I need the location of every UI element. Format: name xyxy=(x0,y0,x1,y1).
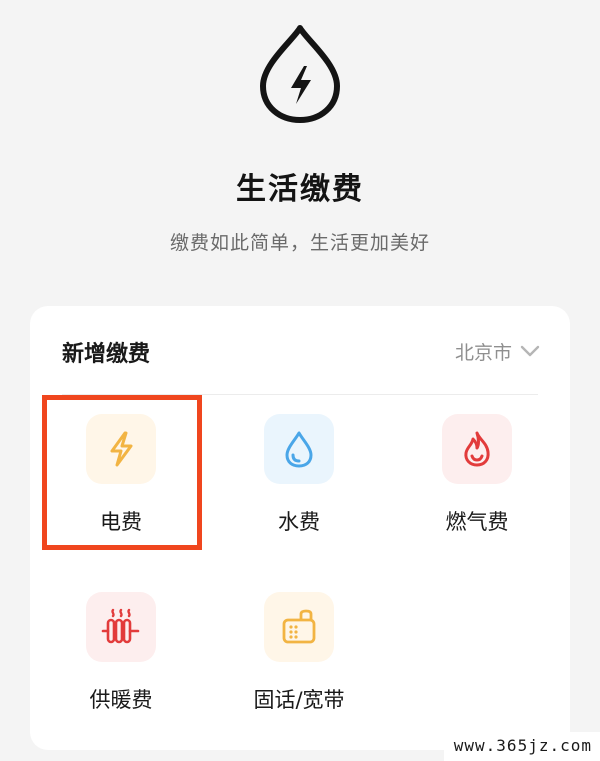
gas-tile xyxy=(442,414,512,484)
item-label: 电费 xyxy=(100,510,142,534)
page-title: 生活缴费 xyxy=(236,172,364,207)
lightning-drop-icon xyxy=(260,25,340,123)
new-payment-card: 新增缴费 北京市 电费 水费 燃气费 供暖费 固话/宽带 xyxy=(30,306,570,750)
water-item[interactable]: 水费 xyxy=(228,414,368,554)
card-header: 新增缴费 北京市 xyxy=(30,306,570,394)
electricity-item[interactable]: 电费 xyxy=(50,414,190,554)
city-selector[interactable]: 北京市 xyxy=(455,336,540,366)
card-title: 新增缴费 xyxy=(62,342,151,367)
page-subtitle: 缴费如此简单，生活更加美好 xyxy=(169,232,430,254)
item-label: 燃气费 xyxy=(445,510,509,534)
heating-item[interactable]: 供暖费 xyxy=(50,592,190,732)
landline-broadband-item[interactable]: 固话/宽带 xyxy=(228,592,368,732)
gas-item[interactable]: 燃气费 xyxy=(406,414,546,554)
lightning-icon xyxy=(110,431,133,467)
chevron-down-icon xyxy=(520,345,540,357)
divider xyxy=(62,394,538,395)
watermark: www.365jz.com xyxy=(443,732,600,761)
electricity-tile xyxy=(86,414,156,484)
item-label: 固话/宽带 xyxy=(253,688,345,712)
city-label: 北京市 xyxy=(454,341,512,364)
radiator-icon xyxy=(101,608,140,644)
landline-tile xyxy=(264,592,334,662)
landline-phone-icon xyxy=(282,609,316,644)
heating-tile xyxy=(86,592,156,662)
item-label: 供暖费 xyxy=(89,688,153,712)
item-label: 水费 xyxy=(278,510,320,534)
water-drop-icon xyxy=(285,431,313,468)
flame-icon xyxy=(464,431,490,467)
water-tile xyxy=(264,414,334,484)
